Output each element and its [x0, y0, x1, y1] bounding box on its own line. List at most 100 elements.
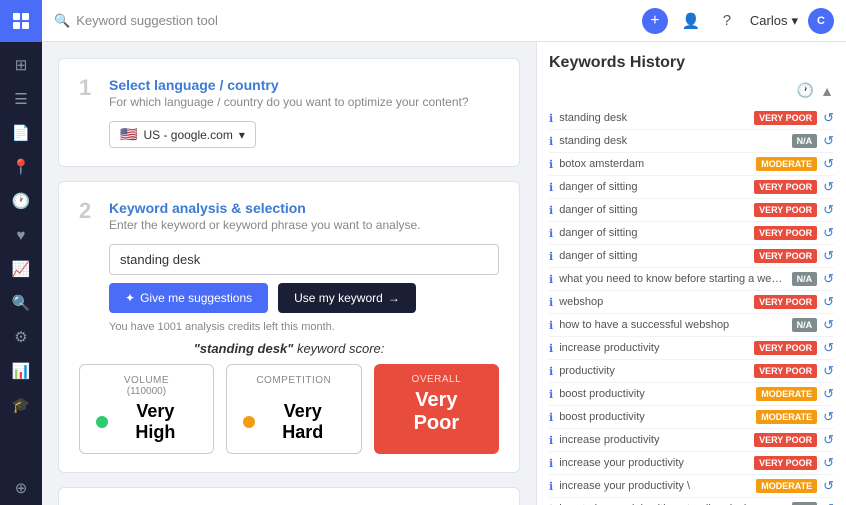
- history-list-item[interactable]: ℹ danger of sitting VERY POOR ↺: [549, 245, 834, 268]
- history-list-item[interactable]: ℹ increase your productivity \ MODERATE …: [549, 475, 834, 498]
- refresh-icon[interactable]: ↺: [823, 409, 834, 425]
- history-list-item[interactable]: ℹ botox amsterdam MODERATE ↺: [549, 153, 834, 176]
- history-list-item[interactable]: ℹ boost productivity MODERATE ↺: [549, 383, 834, 406]
- history-list-item[interactable]: ℹ what you need to know before starting …: [549, 268, 834, 291]
- avatar[interactable]: C: [808, 8, 834, 34]
- step2-card: 2 Keyword analysis & selection Enter the…: [58, 181, 520, 473]
- refresh-icon[interactable]: ↺: [823, 317, 834, 333]
- competition-label: COMPETITION: [243, 375, 345, 386]
- nav-icon-favorite[interactable]: ♥: [3, 219, 39, 251]
- history-badge: VERY POOR: [754, 249, 817, 263]
- step2-subtitle: Enter the keyword or keyword phrase you …: [109, 218, 421, 232]
- info-icon: ℹ: [549, 480, 553, 493]
- history-badge: VERY POOR: [754, 433, 817, 447]
- info-icon: ℹ: [549, 227, 553, 240]
- nav-icon-location[interactable]: 📍: [3, 151, 39, 183]
- history-list-item[interactable]: ℹ how to have a successful webshop N/A ↺: [549, 314, 834, 337]
- info-icon: ℹ: [549, 434, 553, 447]
- refresh-icon[interactable]: ↺: [823, 363, 834, 379]
- nav-icon-docs[interactable]: 📄: [3, 117, 39, 149]
- refresh-icon[interactable]: ↺: [823, 225, 834, 241]
- refresh-icon[interactable]: ↺: [823, 110, 834, 126]
- refresh-icon[interactable]: ↺: [823, 179, 834, 195]
- filter-icon[interactable]: ▲: [820, 83, 834, 99]
- info-icon: ℹ: [549, 319, 553, 332]
- history-list-item[interactable]: ℹ danger of sitting VERY POOR ↺: [549, 199, 834, 222]
- use-keyword-button[interactable]: Use my keyword →: [278, 283, 416, 313]
- history-keyword: boost productivity: [559, 388, 750, 400]
- info-icon: ℹ: [549, 296, 553, 309]
- refresh-icon[interactable]: ↺: [823, 133, 834, 149]
- history-keyword: increase productivity: [559, 434, 748, 446]
- overall-box: OVERALL Very Poor: [374, 364, 499, 454]
- history-keyword: danger of sitting: [559, 181, 748, 193]
- nav-icon-stats[interactable]: 📊: [3, 355, 39, 387]
- history-keyword: danger of sitting: [559, 250, 748, 262]
- history-list-item[interactable]: ℹ boost productivity MODERATE ↺: [549, 406, 834, 429]
- sort-icon[interactable]: 🕐: [797, 82, 814, 99]
- history-list-item[interactable]: ℹ standing desk VERY POOR ↺: [549, 107, 834, 130]
- nav-logo[interactable]: [0, 0, 42, 42]
- main-panel: 1 Select language / country For which la…: [42, 42, 536, 505]
- nav-icon-learn[interactable]: 🎓: [3, 389, 39, 421]
- refresh-icon[interactable]: ↺: [823, 455, 834, 471]
- history-list-item[interactable]: ℹ productivity VERY POOR ↺: [549, 360, 834, 383]
- nav-icon-history[interactable]: 🕐: [3, 185, 39, 217]
- add-button[interactable]: +: [642, 8, 668, 34]
- user-menu[interactable]: Carlos ▾: [750, 13, 798, 29]
- flag-icon: 🇺🇸: [120, 126, 137, 143]
- keyword-input[interactable]: [109, 244, 499, 275]
- history-list-item[interactable]: ℹ increase productivity VERY POOR ↺: [549, 337, 834, 360]
- history-badge: VERY POOR: [754, 295, 817, 309]
- step1-number: 1: [79, 77, 95, 99]
- refresh-icon[interactable]: ↺: [823, 386, 834, 402]
- nav-icon-search[interactable]: 🔍: [3, 287, 39, 319]
- user-icon-btn[interactable]: 👤: [678, 8, 704, 34]
- history-list-item[interactable]: ℹ webshop VERY POOR ↺: [549, 291, 834, 314]
- volume-sub: (110000): [96, 386, 197, 397]
- history-keyword: productivity: [559, 365, 748, 377]
- nav-icon-chart[interactable]: 📈: [3, 253, 39, 285]
- lang-value: US - google.com: [143, 128, 232, 142]
- nav-icon-settings2[interactable]: ⚙: [3, 321, 39, 353]
- topbar-actions: + 👤 ? Carlos ▾ C: [642, 8, 834, 34]
- info-icon: ℹ: [549, 112, 553, 125]
- refresh-icon[interactable]: ↺: [823, 340, 834, 356]
- refresh-icon[interactable]: ↺: [823, 248, 834, 264]
- refresh-icon[interactable]: ↺: [823, 202, 834, 218]
- history-keyword: increase your productivity: [559, 457, 748, 469]
- help-button[interactable]: ?: [714, 8, 740, 34]
- nav-icon-add[interactable]: ⊕: [3, 472, 39, 504]
- refresh-icon[interactable]: ↺: [823, 156, 834, 172]
- history-keyword: what you need to know before starting a …: [559, 273, 785, 285]
- history-list-item[interactable]: ℹ danger of sitting VERY POOR ↺: [549, 222, 834, 245]
- volume-text: Very High: [114, 401, 197, 443]
- history-badge: VERY POOR: [754, 226, 817, 240]
- nav-icon-menu[interactable]: ☰: [3, 83, 39, 115]
- info-icon: ℹ: [549, 273, 553, 286]
- history-list-item[interactable]: ℹ danger of sitting VERY POOR ↺: [549, 176, 834, 199]
- history-badge: MODERATE: [756, 410, 817, 424]
- refresh-icon[interactable]: ↺: [823, 294, 834, 310]
- refresh-icon[interactable]: ↺: [823, 432, 834, 448]
- credits-text: You have 1001 analysis credits left this…: [109, 321, 499, 333]
- refresh-icon[interactable]: ↺: [823, 271, 834, 287]
- history-keyword: boost productivity: [559, 411, 750, 423]
- volume-box: VOLUME (110000) Very High: [79, 364, 214, 454]
- history-list-item[interactable]: ℹ standing desk N/A ↺: [549, 130, 834, 153]
- history-badge: VERY POOR: [754, 364, 817, 378]
- use-label: Use my keyword: [294, 291, 383, 305]
- refresh-icon[interactable]: ↺: [823, 501, 834, 505]
- history-controls: 🕐 ▲: [549, 82, 834, 99]
- suggest-button[interactable]: ✦ Give me suggestions: [109, 283, 268, 313]
- history-list-item[interactable]: ℹ how to lose weigh with a standing desk…: [549, 498, 834, 505]
- refresh-icon[interactable]: ↺: [823, 478, 834, 494]
- info-icon: ℹ: [549, 204, 553, 217]
- history-list-item[interactable]: ℹ increase productivity VERY POOR ↺: [549, 429, 834, 452]
- history-keyword: standing desk: [559, 135, 785, 147]
- history-badge: N/A: [792, 272, 818, 286]
- nav-icon-grid[interactable]: ⊞: [3, 49, 39, 81]
- history-list-item[interactable]: ℹ increase your productivity VERY POOR ↺: [549, 452, 834, 475]
- step1-card: 1 Select language / country For which la…: [58, 58, 520, 167]
- language-select[interactable]: 🇺🇸 US - google.com ▾: [109, 121, 256, 148]
